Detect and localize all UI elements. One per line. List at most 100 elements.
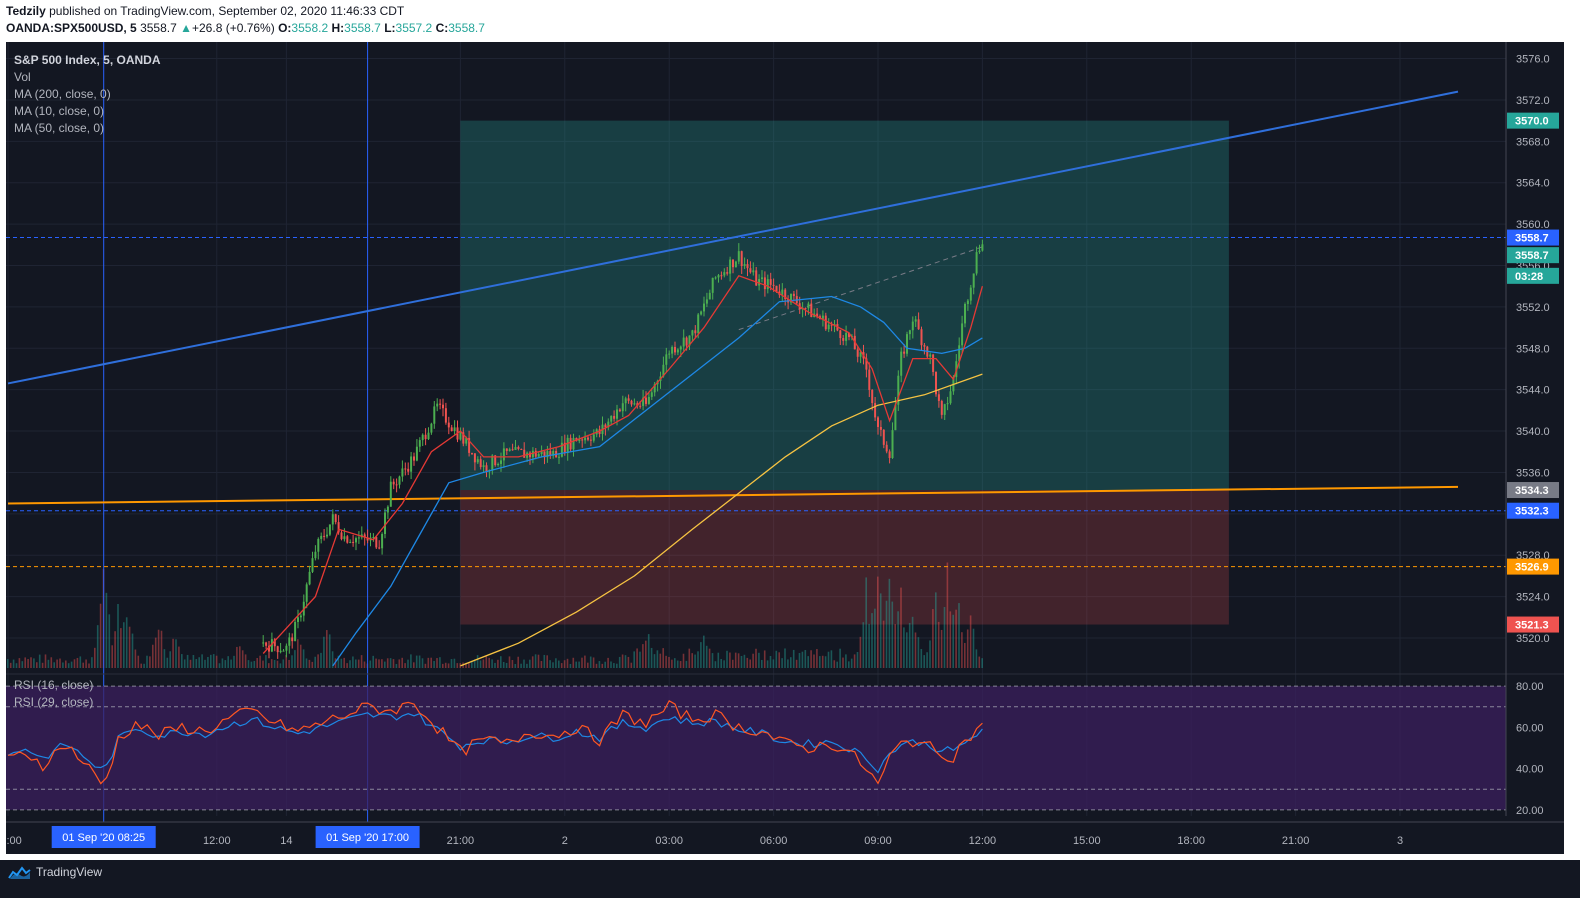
volume-bar bbox=[601, 663, 604, 668]
candle-body bbox=[395, 484, 398, 486]
volume-bar bbox=[273, 659, 276, 668]
volume-bar bbox=[166, 657, 169, 668]
volume-bar bbox=[688, 648, 691, 668]
candle-body bbox=[668, 353, 671, 355]
candle-body bbox=[439, 403, 442, 405]
volume-bar bbox=[352, 656, 354, 668]
volume-bar bbox=[230, 659, 232, 668]
candle-body bbox=[308, 571, 311, 585]
change-arrow-icon: ▲ bbox=[180, 21, 192, 35]
chart-area[interactable]: 3576.0 3572.0 3568.0 3564.0 3560.0 3556.0 3552… bbox=[6, 42, 1564, 854]
volume-bar bbox=[810, 650, 812, 668]
candle-body bbox=[616, 409, 618, 419]
volume-bar bbox=[88, 663, 90, 668]
volume-bar bbox=[543, 654, 546, 668]
publisher-name[interactable]: Tedzily bbox=[6, 4, 46, 18]
chart-canvas[interactable]: 3576.03572.03568.03564.03560.03556.03552… bbox=[6, 42, 1564, 854]
candle-body bbox=[726, 272, 729, 274]
rsi-tick-label: 60.00 bbox=[1516, 722, 1544, 734]
candle-body bbox=[433, 406, 436, 424]
volume-bar bbox=[682, 653, 685, 668]
candle-body bbox=[940, 400, 943, 415]
volume-bar bbox=[604, 661, 606, 668]
volume-bar bbox=[616, 663, 618, 668]
volume-bar bbox=[929, 640, 931, 668]
price-tick-label: 3536.0 bbox=[1516, 467, 1550, 479]
volume-bar bbox=[772, 659, 775, 668]
volume-bar bbox=[131, 633, 134, 668]
volume-bar bbox=[546, 655, 548, 668]
volume-bar bbox=[720, 659, 722, 668]
candle-body bbox=[674, 346, 676, 353]
volume-bar bbox=[247, 660, 250, 668]
volume-bar bbox=[44, 654, 47, 668]
price-tick-label: 3524.0 bbox=[1516, 592, 1550, 604]
tradingview-brand[interactable]: TradingView bbox=[36, 865, 102, 879]
volume-bar bbox=[723, 660, 725, 668]
volume-bar bbox=[175, 639, 177, 668]
candle-body bbox=[450, 427, 453, 431]
volume-bar bbox=[566, 658, 569, 668]
volume-bar bbox=[288, 659, 290, 668]
rsi-legend-item: RSI (16, close) bbox=[14, 678, 93, 692]
candle-body bbox=[949, 391, 952, 404]
volume-bar bbox=[152, 644, 154, 668]
volume-bar bbox=[169, 651, 171, 668]
volume-bar bbox=[456, 663, 459, 668]
candle-body bbox=[378, 547, 381, 549]
volume-bar bbox=[178, 646, 180, 668]
candle-body bbox=[923, 345, 926, 347]
candle-body bbox=[917, 319, 920, 330]
volume-bar bbox=[639, 651, 641, 668]
volume-bar bbox=[137, 655, 140, 668]
candle-body bbox=[386, 506, 389, 513]
volume-bar bbox=[59, 658, 61, 668]
volume-bar bbox=[920, 649, 923, 668]
volume-bar bbox=[662, 648, 664, 668]
volume-bar bbox=[450, 659, 453, 668]
candle-body bbox=[650, 392, 653, 397]
candle-body bbox=[511, 449, 514, 451]
candle-body bbox=[497, 463, 500, 466]
volume-bar bbox=[99, 603, 102, 668]
volume-bar bbox=[636, 648, 638, 668]
candle-body bbox=[523, 449, 526, 458]
volume-bar bbox=[978, 656, 981, 668]
volume-bar bbox=[500, 656, 502, 668]
candle-body bbox=[334, 514, 337, 523]
candle-body bbox=[473, 453, 476, 463]
candle-body bbox=[685, 337, 688, 346]
candle-body bbox=[769, 279, 772, 285]
volume-bar bbox=[853, 654, 856, 668]
volume-bar bbox=[265, 655, 267, 668]
tradingview-logo-icon[interactable] bbox=[8, 866, 32, 880]
time-tick-label: 12:00 bbox=[203, 835, 231, 847]
volume-bar bbox=[534, 654, 537, 668]
volume-bar bbox=[908, 622, 911, 668]
candle-body bbox=[732, 259, 734, 268]
volume-bar bbox=[320, 652, 322, 668]
volume-bar bbox=[972, 628, 975, 668]
volume-bar bbox=[149, 656, 151, 668]
candle-body bbox=[349, 541, 352, 543]
volume-bar bbox=[70, 661, 73, 668]
candle-body bbox=[856, 349, 859, 357]
candle-body bbox=[384, 512, 386, 534]
volume-bar bbox=[317, 654, 319, 668]
volume-bar bbox=[328, 634, 331, 668]
volume-bar bbox=[502, 661, 505, 668]
candle-body bbox=[442, 404, 444, 409]
volume-bar bbox=[407, 659, 409, 668]
volume-bar bbox=[140, 663, 142, 668]
candle-body bbox=[676, 349, 679, 353]
volume-bar bbox=[897, 611, 899, 668]
volume-bar bbox=[433, 661, 435, 668]
volume-bar bbox=[204, 659, 206, 668]
published-text: published on TradingView.com, September … bbox=[45, 4, 405, 18]
volume-bar bbox=[424, 663, 427, 668]
volume-bar bbox=[659, 653, 662, 668]
candle-body bbox=[877, 417, 879, 427]
candle-body bbox=[711, 277, 714, 293]
candle-body bbox=[888, 451, 891, 459]
volume-bar bbox=[497, 659, 499, 668]
